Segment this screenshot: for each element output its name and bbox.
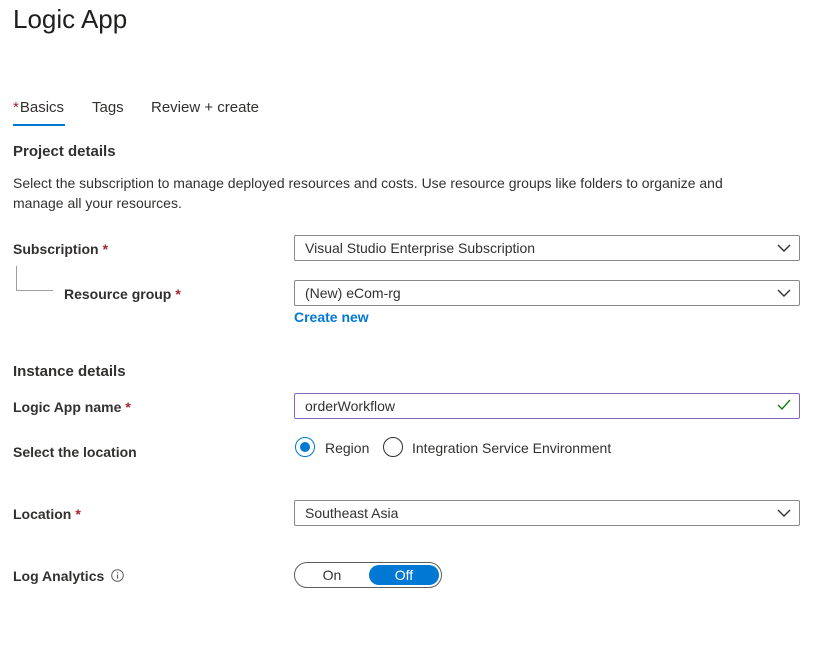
chevron-down-icon (777, 509, 791, 517)
log-analytics-label: Log Analytics (13, 568, 105, 584)
required-marker: * (102, 241, 109, 257)
resource-group-dropdown[interactable]: (New) eCom-rg (294, 280, 800, 306)
location-label-text: Location (13, 506, 72, 522)
resource-group-label: Resource group * (64, 284, 181, 304)
tab-tags[interactable]: Tags (92, 98, 124, 118)
subscription-value: Visual Studio Enterprise Subscription (305, 240, 536, 256)
chevron-down-icon (777, 244, 791, 252)
info-icon[interactable] (111, 569, 124, 582)
project-details-heading: Project details (13, 143, 116, 160)
log-analytics-toggle[interactable]: On Off (294, 562, 442, 588)
subscription-label: Subscription * (13, 239, 108, 259)
required-marker: * (175, 286, 181, 302)
subscription-dropdown[interactable]: Visual Studio Enterprise Subscription (294, 235, 800, 261)
logic-app-name-value: orderWorkflow (305, 398, 395, 414)
location-value: Southeast Asia (305, 505, 399, 521)
required-marker: * (75, 506, 81, 522)
page-title: Logic App (13, 4, 128, 34)
select-location-label: Select the location (13, 444, 137, 460)
ise-radio-label[interactable]: Integration Service Environment (412, 438, 611, 458)
create-new-link[interactable]: Create new (294, 309, 369, 325)
active-tab-indicator (13, 124, 65, 126)
checkmark-icon (777, 399, 791, 411)
logic-app-name-label: Logic App name * (13, 397, 131, 417)
subscription-label-text: Subscription (13, 241, 99, 257)
region-radio-label[interactable]: Region (325, 438, 369, 458)
tree-connector (16, 266, 17, 290)
required-marker: * (125, 399, 131, 415)
tab-basics[interactable]: *Basics (13, 98, 64, 118)
required-marker: * (13, 99, 19, 116)
chevron-down-icon (777, 289, 791, 297)
location-dropdown[interactable]: Southeast Asia (294, 500, 800, 526)
tab-basics-label: Basics (19, 99, 65, 116)
location-label: Location * (13, 504, 81, 524)
logic-app-name-input[interactable]: orderWorkflow (294, 393, 800, 419)
ise-radio[interactable] (383, 437, 403, 457)
resource-group-label-text: Resource group (64, 286, 172, 302)
region-radio[interactable] (295, 437, 315, 457)
instance-details-heading: Instance details (13, 363, 126, 380)
project-details-description: Select the subscription to manage deploy… (13, 175, 723, 211)
tree-connector (16, 290, 53, 291)
logic-app-name-label-text: Logic App name (13, 399, 122, 415)
tab-review-create[interactable]: Review + create (151, 98, 259, 118)
resource-group-value: (New) eCom-rg (305, 285, 401, 301)
toggle-off-option[interactable]: Off (369, 565, 439, 585)
toggle-on-option[interactable]: On (295, 563, 369, 587)
